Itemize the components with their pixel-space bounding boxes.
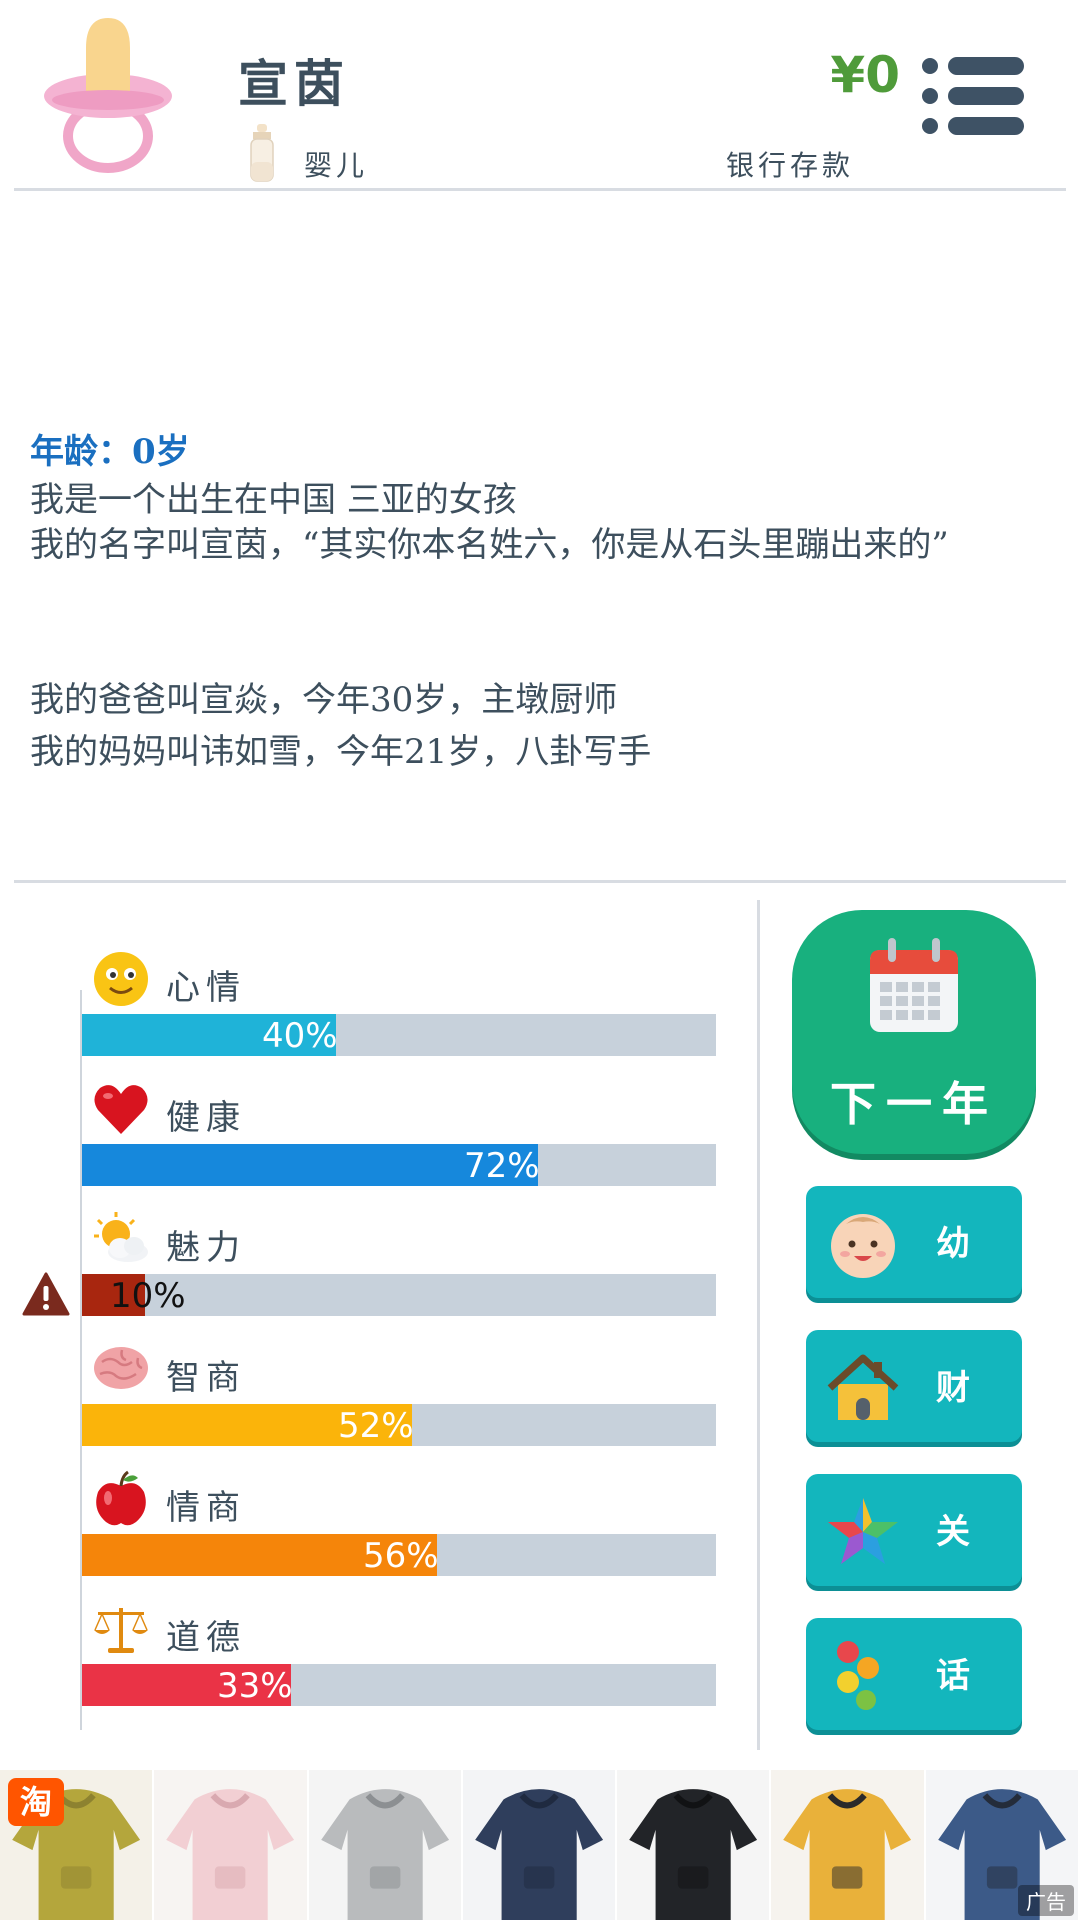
calendar-icon [870, 938, 958, 1032]
childhood-button[interactable]: 幼 [806, 1186, 1022, 1298]
heart-icon [94, 1085, 148, 1134]
stat-bar-track: 52% [82, 1404, 716, 1446]
ad-product-thumbnail[interactable] [154, 1770, 309, 1920]
stat-row: 心情 40% [82, 950, 716, 1080]
story-line: 我是一个出生在中国 三亚的女孩 [30, 480, 517, 520]
stat-bar-track: 72% [82, 1144, 716, 1186]
story-line: 我的爸爸叫宣焱，今年30岁，主墩厨师 [30, 680, 618, 720]
baby-bottle-icon [250, 124, 274, 182]
relations-button[interactable]: 关 [806, 1474, 1022, 1586]
talk-button[interactable]: 话 [806, 1618, 1022, 1730]
stat-row: 道德 33% [82, 1600, 716, 1730]
stat-percent: 40% [262, 1016, 338, 1056]
stat-label: 心情 [166, 968, 246, 1008]
next-year-label: 下一年 [830, 1077, 998, 1131]
ad-product-thumbnail[interactable] [771, 1770, 926, 1920]
stat-bar-track: 10% [82, 1274, 716, 1316]
stat-row: 情商 56% [82, 1470, 716, 1600]
ad-product-thumbnail[interactable] [462, 1770, 618, 1920]
wealth-label: 财 [936, 1368, 970, 1408]
character-name: 宣茵 [238, 54, 350, 113]
stat-row: 智商 52% [82, 1340, 716, 1470]
clothing-image [475, 1789, 603, 1920]
sun-cloud-icon [94, 1212, 148, 1262]
ad-product-thumbnail[interactable] [617, 1770, 772, 1920]
life-story: 年龄：0岁 我是一个出生在中国 三亚的女孩 我的名字叫宣茵，“其实你本名姓六，你… [30, 428, 1040, 776]
star-icon [828, 1498, 898, 1564]
house-icon [827, 1354, 899, 1420]
life-stage-label: 婴儿 [304, 149, 369, 182]
childhood-label: 幼 [936, 1224, 970, 1264]
menu-icon[interactable] [920, 56, 1024, 136]
clothing-image [320, 1789, 449, 1920]
clothing-image [783, 1789, 912, 1920]
stat-label: 魅力 [166, 1228, 246, 1268]
scales-icon [94, 1608, 148, 1653]
story-divider [14, 880, 1066, 883]
stat-percent: 56% [363, 1536, 439, 1576]
stat-label: 道德 [166, 1618, 246, 1658]
panel-divider [757, 900, 760, 1750]
stat-bar-track: 56% [82, 1534, 716, 1576]
ad-label: 广告 [1018, 1885, 1074, 1916]
stat-row: 健康 72% [82, 1080, 716, 1210]
header: 宣茵 婴儿 ¥0 银行存款 [0, 0, 1080, 190]
story-line: 我的名字叫宣茵，“其实你本名姓六，你是从石头里蹦出来的” [30, 525, 949, 565]
taobao-badge: 淘 [8, 1778, 64, 1826]
apple-icon [96, 1470, 146, 1526]
ad-banner[interactable]: 淘 广告 [0, 1770, 1080, 1920]
stat-percent: 72% [464, 1146, 540, 1186]
ad-product-thumbnail[interactable] [308, 1770, 463, 1920]
clothing-image [166, 1789, 295, 1920]
next-year-button[interactable]: 下一年 [792, 910, 1036, 1154]
stat-label: 情商 [166, 1488, 246, 1528]
baby-face-icon [831, 1214, 895, 1278]
age-line: 年龄：0岁 [30, 432, 190, 472]
talk-label: 话 [936, 1656, 970, 1696]
stat-bar-track: 40% [82, 1014, 716, 1056]
stat-percent: 52% [338, 1406, 414, 1446]
warning-icon [22, 1272, 70, 1316]
story-line: 我的妈妈叫讳如雪，今年21岁，八卦写手 [30, 732, 652, 772]
smiley-icon [94, 952, 148, 1006]
stat-row: 魅力 10% [82, 1210, 716, 1340]
bank-deposit-label: 银行存款 [726, 149, 855, 182]
stat-bar-track: 33% [82, 1664, 716, 1706]
money-amount: ¥0 [830, 46, 900, 104]
stat-percent: 10% [110, 1276, 186, 1316]
pacifier-icon [44, 18, 172, 173]
dots-icon [837, 1641, 879, 1710]
wealth-button[interactable]: 财 [806, 1330, 1022, 1442]
stat-label: 健康 [166, 1098, 246, 1138]
stat-percent: 33% [217, 1666, 293, 1706]
brain-icon [94, 1347, 148, 1389]
clothing-image [629, 1789, 758, 1920]
story-line [30, 566, 1040, 662]
relations-label: 关 [936, 1512, 970, 1552]
stat-label: 智商 [166, 1358, 246, 1398]
header-divider [14, 188, 1066, 191]
